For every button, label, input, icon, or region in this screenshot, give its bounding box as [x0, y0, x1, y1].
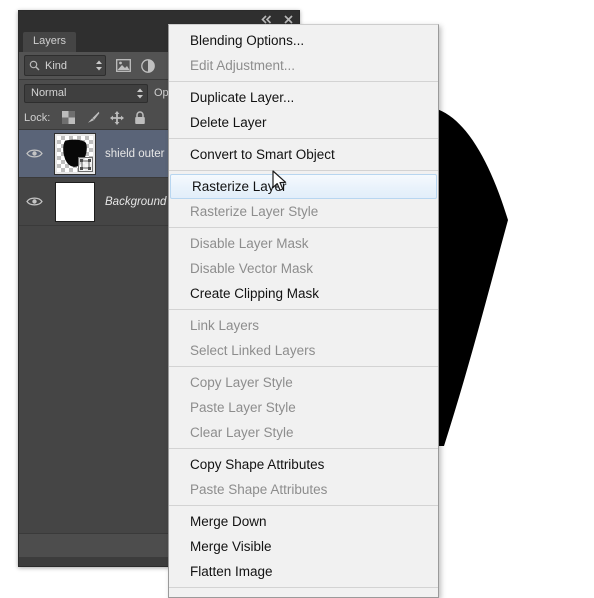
menu-item: Paste Shape Attributes [190, 482, 328, 497]
menu-item[interactable]: Merge Down [169, 509, 438, 534]
layer-thumbnail-cell[interactable] [49, 132, 101, 175]
tab-layers[interactable]: Layers [23, 32, 77, 52]
layer-thumbnail-cell[interactable] [49, 181, 101, 222]
pixel-layer-filter-icon[interactable] [116, 59, 131, 72]
lock-image-pixels-icon[interactable] [85, 111, 100, 124]
menu-item[interactable]: Copy Shape Attributes [169, 452, 438, 477]
menu-separator [169, 448, 438, 449]
updown-stepper-icon[interactable] [95, 60, 103, 71]
layer-visibility-eye-icon[interactable] [19, 196, 49, 207]
blend-stepper-icon[interactable] [136, 88, 144, 99]
menu-separator [169, 138, 438, 139]
menu-separator [169, 505, 438, 506]
adjustment-layer-filter-icon[interactable] [141, 58, 155, 73]
menu-item: Edit Adjustment... [190, 58, 296, 73]
menu-item: Disable Layer Mask [190, 236, 309, 251]
shield-shape-thumbnail[interactable] [54, 132, 96, 175]
menu-separator [169, 170, 438, 171]
vector-mask-badge-icon [78, 156, 93, 172]
menu-item: Paste Layer Style [190, 400, 296, 415]
layer-visibility-eye-icon[interactable] [19, 148, 49, 159]
menu-separator [169, 81, 438, 82]
menu-separator [169, 309, 438, 310]
menu-separator [169, 227, 438, 228]
tab-layers-label: Layers [33, 35, 67, 47]
menu-item[interactable]: Convert to Smart Object [169, 142, 438, 167]
lock-position-icon[interactable] [110, 110, 125, 125]
menu-item[interactable]: Create Clipping Mask [169, 281, 438, 306]
menu-item: Copy Layer Style [190, 375, 293, 390]
filter-kind-value: Kind [45, 59, 68, 72]
magnifier-icon [29, 60, 40, 71]
menu-separator [169, 366, 438, 367]
menu-item[interactable]: Flatten Image [169, 559, 438, 584]
menu-item: Rasterize Layer Style [190, 204, 319, 219]
white-thumbnail[interactable] [55, 181, 95, 222]
menu-item[interactable]: Merge Visible [169, 534, 438, 559]
menu-item[interactable]: Rasterize Layer [170, 174, 437, 199]
menu-item: Select Linked Layers [190, 343, 316, 358]
menu-item[interactable]: Duplicate Layer... [169, 85, 438, 110]
menu-item[interactable]: No Color [169, 591, 438, 597]
layer-name-label[interactable]: shield outer [101, 148, 164, 160]
opacity-label: Op [154, 87, 169, 99]
menu-separator [169, 587, 438, 588]
layer-name-label[interactable]: Background [101, 196, 166, 208]
blend-mode-value: Normal [31, 87, 67, 99]
lock-row-label: Lock: [24, 111, 51, 124]
filter-kind-select[interactable]: Kind [24, 55, 106, 76]
lock-transparent-pixels-icon[interactable] [62, 111, 76, 124]
menu-item: Disable Vector Mask [190, 261, 314, 276]
menu-item[interactable]: Blending Options... [169, 28, 438, 53]
lock-all-icon[interactable] [134, 110, 146, 125]
menu-item[interactable]: Delete Layer [169, 110, 438, 135]
layer-context-menu[interactable]: Blending Options... Edit Adjustment... Dup… [168, 24, 439, 598]
filter-type-icons [116, 58, 155, 73]
menu-item: Link Layers [190, 318, 260, 333]
blend-mode-select[interactable]: Normal [24, 83, 148, 103]
menu-item: Clear Layer Style [190, 425, 294, 440]
